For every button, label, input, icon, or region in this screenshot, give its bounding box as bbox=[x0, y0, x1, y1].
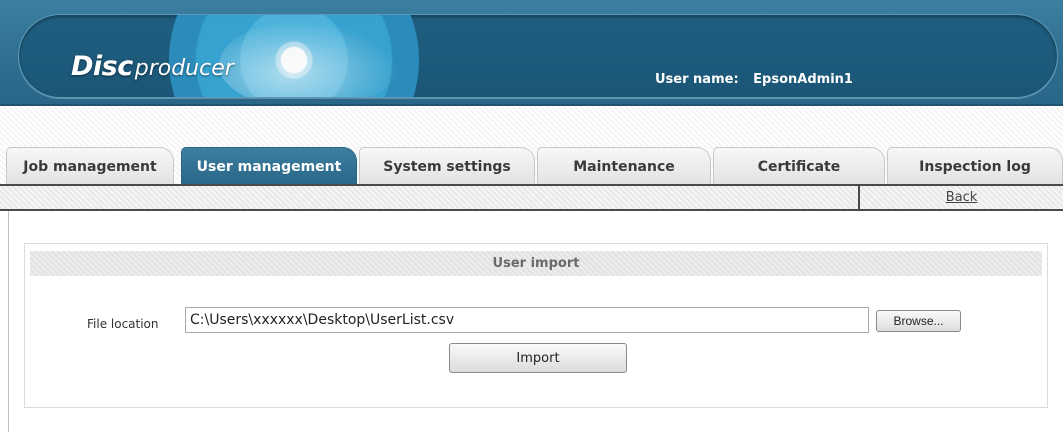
main-tabs: Job management User management System se… bbox=[0, 107, 1063, 185]
app-logo: Discproducer bbox=[71, 51, 234, 82]
panel-title: User import bbox=[30, 251, 1042, 276]
import-button[interactable]: Import bbox=[449, 343, 627, 373]
app-header: Discproducer User name: EpsonAdmin1 bbox=[0, 0, 1063, 106]
tab-maintenance[interactable]: Maintenance bbox=[537, 147, 711, 185]
file-location-input[interactable] bbox=[185, 307, 869, 333]
browse-button[interactable]: Browse... bbox=[876, 310, 961, 332]
back-cell: Back bbox=[858, 186, 1063, 209]
tab-user-management[interactable]: User management bbox=[181, 147, 357, 185]
file-location-label: File location bbox=[87, 317, 159, 331]
tab-certificate[interactable]: Certificate bbox=[713, 147, 885, 185]
tab-job-management[interactable]: Job management bbox=[6, 147, 174, 185]
header-banner: Discproducer User name: EpsonAdmin1 bbox=[18, 14, 1058, 98]
user-import-panel: User import File location Browse... Impo… bbox=[24, 243, 1048, 408]
user-info: User name: EpsonAdmin1 bbox=[655, 72, 853, 87]
user-name-value: EpsonAdmin1 bbox=[753, 72, 853, 87]
tab-system-settings[interactable]: System settings bbox=[359, 147, 535, 185]
sub-toolbar: Back bbox=[0, 184, 1063, 211]
logo-producer-text: producer bbox=[134, 56, 234, 81]
user-name-label: User name: bbox=[655, 72, 739, 87]
logo-disc-text: Disc bbox=[71, 51, 133, 82]
content-left-border bbox=[8, 211, 9, 432]
tab-inspection-log[interactable]: Inspection log bbox=[887, 147, 1063, 185]
back-link[interactable]: Back bbox=[946, 190, 978, 205]
